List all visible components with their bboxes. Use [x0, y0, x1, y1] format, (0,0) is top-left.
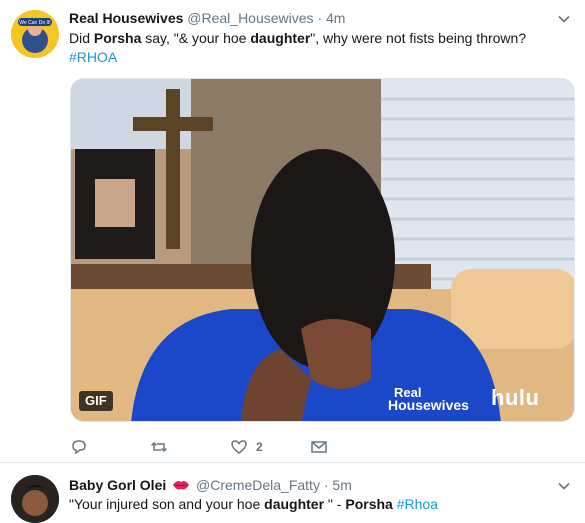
tweet-text: "Your injured son and your hoe daughter … [69, 496, 438, 512]
direct-message-button[interactable] [310, 437, 328, 457]
avatar[interactable] [11, 475, 59, 523]
gif-badge: GIF [79, 391, 113, 411]
gif-media[interactable]: GIF Real Housewives hulu [70, 78, 575, 422]
retweet-icon [150, 441, 168, 453]
display-name[interactable]: Real Housewives [69, 10, 183, 26]
avatar-image: We Can Do It! [11, 10, 59, 58]
kiss-lips-icon [173, 481, 190, 490]
mention-bold: Porsha [345, 496, 393, 512]
timestamp[interactable]: 5m [332, 477, 351, 493]
tweet-actions: 2 [70, 437, 370, 457]
display-name[interactable]: Baby Gorl Olei [69, 477, 166, 493]
chevron-down-icon[interactable] [557, 12, 571, 26]
avatar-image [11, 475, 59, 523]
reply-button[interactable] [70, 437, 96, 457]
svg-text:We Can Do It!: We Can Do It! [19, 20, 50, 26]
tweet-text-line2: #RHOA [69, 48, 117, 67]
reply-icon [72, 440, 86, 455]
hulu-logo: hulu [491, 385, 540, 410]
gif-frame [71, 79, 574, 421]
tweet-header: Real Housewives @Real_Housewives · 4m [69, 9, 345, 27]
mention-bold: Porsha [93, 30, 142, 46]
chevron-down-icon[interactable] [557, 479, 571, 493]
like-count: 2 [256, 440, 263, 454]
user-handle[interactable]: @Real_Housewives [187, 10, 313, 26]
separator-dot: · [323, 477, 329, 493]
tweet-header: Baby Gorl Olei @CremeDela_Fatty · 5m [69, 476, 352, 494]
avatar[interactable]: We Can Do It! [11, 10, 59, 58]
envelope-icon [311, 441, 327, 453]
tweet-card[interactable]: We Can Do It! Real Housewives @Real_Hous… [0, 0, 585, 463]
like-button[interactable]: 2 [230, 437, 263, 457]
heart-icon [231, 440, 247, 454]
retweet-button[interactable] [150, 437, 176, 457]
tweet-text: Did Porsha say, "& your hoe daughter", w… [69, 30, 527, 46]
real-housewives-logo: Real Housewives [388, 385, 469, 413]
emphasis-bold: daughter [264, 496, 325, 512]
user-handle[interactable]: @CremeDela_Fatty [196, 477, 320, 493]
emphasis-bold: daughter [250, 30, 311, 46]
hashtag-link[interactable]: #Rhoa [397, 496, 438, 512]
separator-dot: · [317, 10, 323, 26]
hashtag-link[interactable]: #RHOA [69, 49, 117, 65]
timestamp[interactable]: 4m [326, 10, 345, 26]
